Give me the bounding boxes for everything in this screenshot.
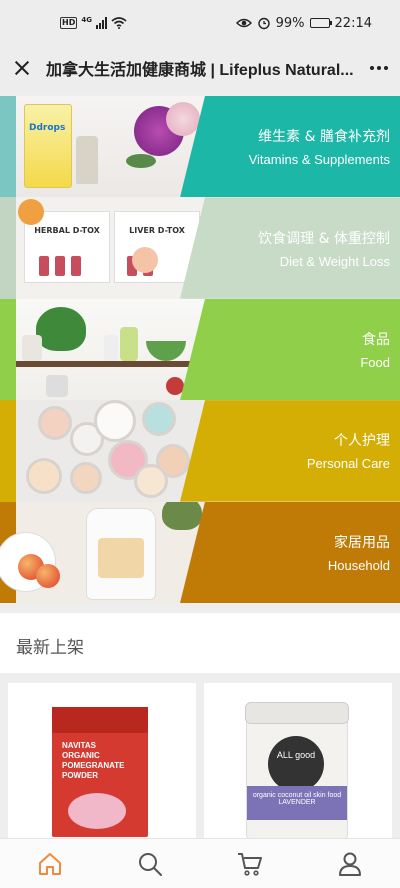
hd-badge: HD <box>60 17 78 29</box>
powder <box>68 793 126 829</box>
alarm-icon <box>257 17 270 30</box>
liver-dtox-label: LIVER D-TOX <box>129 226 185 236</box>
eye-icon <box>235 18 252 28</box>
category-photo-diet: HERBAL D-TOX LIVER D-TOX <box>16 197 206 299</box>
shelf <box>16 360 206 367</box>
battery-icon <box>309 18 332 28</box>
bottom-nav <box>0 838 400 888</box>
flower <box>166 102 200 136</box>
category-title-en: Food <box>360 354 390 370</box>
ddrops-box: Ddrops <box>24 104 72 188</box>
category-title-zh: 个人护理 <box>334 433 390 450</box>
profile-icon <box>339 852 361 876</box>
signal-icon <box>95 17 107 29</box>
nav-cart[interactable] <box>200 839 300 888</box>
status-bar: HD 4G 99% 22:14 <box>0 0 400 46</box>
category-photo-personal-care <box>16 400 206 502</box>
battery-percent: 99% <box>275 15 305 31</box>
ddrops-bottle <box>76 136 98 184</box>
category-list: Ddrops 维生素 & 膳食补充剂 Vitamins & Supplement… <box>0 96 400 603</box>
new-arrivals-header: 最新上架 <box>0 613 400 673</box>
category-food[interactable]: 食品 Food <box>0 298 400 401</box>
network-type: 4G <box>81 16 92 24</box>
category-strip <box>0 298 16 401</box>
category-household[interactable]: 家居用品 Household <box>0 501 400 603</box>
category-text: 食品 Food <box>360 299 390 400</box>
more-icon[interactable] <box>360 66 388 70</box>
cream-pot <box>38 406 72 441</box>
category-title-zh: 食品 <box>362 331 390 348</box>
plant <box>162 501 202 530</box>
category-photo-household <box>0 501 206 603</box>
jar <box>55 256 65 277</box>
category-photo-vitamins: Ddrops <box>16 96 206 198</box>
cream-pot <box>26 458 62 495</box>
cart-icon <box>238 852 262 876</box>
category-vitamins[interactable]: Ddrops 维生素 & 膳食补充剂 Vitamins & Supplement… <box>0 96 400 198</box>
pouch-stripe <box>52 707 148 733</box>
clock: 22:14 <box>334 15 372 31</box>
herbal-dtox-label: HERBAL D-TOX <box>34 226 100 236</box>
fruit <box>166 376 184 395</box>
coconut-label: organic coconut oil skin food LAVENDER <box>247 786 347 820</box>
category-title-en: Vitamins & Supplements <box>248 152 390 168</box>
status-right: 99% 22:14 <box>235 15 372 31</box>
category-title-en: Personal Care <box>306 456 390 472</box>
category-title-zh: 饮食调理 & 体重控制 <box>258 230 390 247</box>
ddrops-brand: Ddrops <box>29 123 66 133</box>
title-bar: 加拿大生活加健康商城 | Lifeplus Natural... <box>0 46 400 90</box>
category-personal-care[interactable]: 个人护理 Personal Care <box>0 400 400 502</box>
product-card[interactable]: ALL good organic coconut oil skin food L… <box>204 683 392 843</box>
coconut-variant: LAVENDER <box>278 799 316 806</box>
jar <box>120 326 138 361</box>
home-icon <box>39 852 61 875</box>
jar <box>22 334 42 361</box>
page-title: 加拿大生活加健康商城 | Lifeplus Natural... <box>46 62 354 79</box>
cream-pot <box>94 400 136 443</box>
jar <box>39 256 49 277</box>
new-arrivals-title: 最新上架 <box>16 638 84 658</box>
search-icon <box>139 852 162 876</box>
product-image-coconut-oil: ALL good organic coconut oil skin food L… <box>245 702 349 839</box>
close-icon[interactable] <box>12 58 32 78</box>
category-title-en: Household <box>327 557 390 573</box>
plant <box>36 306 86 351</box>
leaf <box>126 154 156 168</box>
pouch-brand: NAVITAS <box>62 741 96 750</box>
product-image-pomegranate: NAVITAS ORGANIC POMEGRANATE POWDER <box>52 707 148 837</box>
spray-label <box>98 537 144 578</box>
jar <box>104 334 118 361</box>
pouch-text: ORGANIC POMEGRANATE POWDER <box>62 751 125 780</box>
category-title-en: Diet & Weight Loss <box>279 253 390 269</box>
category-text: 个人护理 Personal Care <box>307 400 390 501</box>
pouch-label: NAVITAS ORGANIC POMEGRANATE POWDER <box>62 741 148 781</box>
category-title-zh: 家居用品 <box>334 534 390 551</box>
product-grid: NAVITAS ORGANIC POMEGRANATE POWDER ALL g… <box>0 673 400 843</box>
coconut-text: organic coconut oil skin food <box>252 792 342 799</box>
product-card[interactable]: NAVITAS ORGANIC POMEGRANATE POWDER <box>8 683 196 843</box>
category-strip <box>0 96 16 198</box>
nav-search[interactable] <box>100 839 200 888</box>
cream-pot <box>142 402 176 437</box>
cream-pot <box>134 464 168 499</box>
wifi-icon <box>111 17 127 29</box>
category-text: 维生素 & 膳食补充剂 Vitamins & Supplements <box>249 96 390 197</box>
pot <box>46 374 68 397</box>
category-strip <box>0 197 16 299</box>
nav-home[interactable] <box>0 839 100 888</box>
bowl <box>146 340 186 361</box>
category-strip <box>0 400 16 502</box>
cream-pot <box>70 462 102 495</box>
jar <box>71 256 81 277</box>
category-text: 家居用品 Household <box>328 502 390 603</box>
category-diet[interactable]: HERBAL D-TOX LIVER D-TOX 饮食调理 & 体重控制 Die… <box>0 197 400 299</box>
category-photo-food <box>16 298 206 401</box>
jar-lid <box>245 702 349 724</box>
category-text: 饮食调理 & 体重控制 Diet & Weight Loss <box>258 197 390 298</box>
coconut-brand: ALL good <box>268 736 324 792</box>
status-left: HD 4G <box>60 16 127 30</box>
peach <box>36 563 60 588</box>
category-title-zh: 维生素 & 膳食补充剂 <box>258 129 390 146</box>
nav-profile[interactable] <box>300 839 400 888</box>
